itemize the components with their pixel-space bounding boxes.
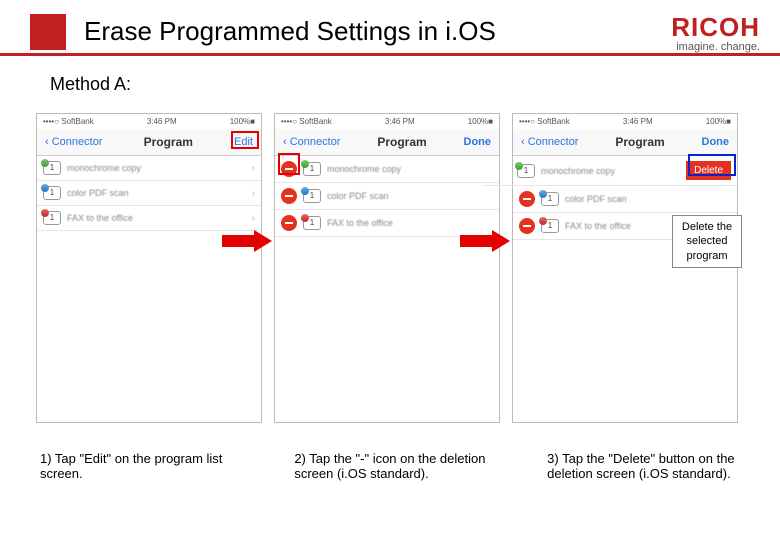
- program-badge: 1: [517, 164, 535, 178]
- ios-status-bar: ••••○ SoftBank 3:46 PM 100%■: [37, 114, 261, 129]
- clock: 3:46 PM: [623, 117, 653, 126]
- battery: 100%■: [468, 117, 493, 126]
- program-badge: 1: [541, 219, 559, 233]
- battery: 100%■: [706, 117, 731, 126]
- program-badge: 1: [43, 161, 61, 175]
- nav-bar: ‹ Connector Program Done: [275, 129, 499, 156]
- program-badge: 1: [303, 216, 321, 230]
- back-button[interactable]: ‹ Connector: [521, 136, 578, 148]
- program-badge: 1: [541, 192, 559, 206]
- nav-title: Program: [615, 135, 664, 149]
- brand-name: RICOH: [671, 12, 760, 43]
- carrier: ••••○ SoftBank: [519, 117, 570, 126]
- program-label: FAX to the office: [67, 213, 246, 223]
- minus-icon[interactable]: [519, 191, 535, 207]
- screenshot-step-3: ••••○ SoftBank 3:46 PM 100%■ ‹ Connector…: [512, 113, 738, 423]
- program-label: color PDF scan: [67, 188, 246, 198]
- program-badge: 1: [43, 211, 61, 225]
- carrier: ••••○ SoftBank: [281, 117, 332, 126]
- screenshot-step-2: ••••○ SoftBank 3:46 PM 100%■ ‹ Connector…: [274, 113, 500, 423]
- minus-icon[interactable]: [281, 215, 297, 231]
- phone-row: ••••○ SoftBank 3:46 PM 100%■ ‹ Connector…: [0, 95, 780, 423]
- nav-bar: ‹ Connector Program Done: [513, 129, 737, 156]
- list-item[interactable]: 1 FAX to the office ›: [37, 206, 261, 231]
- callout-box: Delete the selected program: [672, 215, 742, 268]
- back-button[interactable]: ‹ Connector: [45, 136, 102, 148]
- ios-status-bar: ••••○ SoftBank 3:46 PM 100%■: [513, 114, 737, 129]
- page-title: Erase Programmed Settings in i.OS: [84, 10, 671, 47]
- highlight-edit: [231, 131, 259, 149]
- chevron-right-icon: ›: [252, 163, 255, 174]
- screenshot-step-1: ••••○ SoftBank 3:46 PM 100%■ ‹ Connector…: [36, 113, 262, 423]
- method-label: Method A:: [0, 56, 780, 95]
- ios-status-bar: ••••○ SoftBank 3:46 PM 100%■: [275, 114, 499, 129]
- list-item[interactable]: 1 monochrome copy: [275, 156, 499, 183]
- list-item[interactable]: 1 color PDF scan ›: [37, 181, 261, 206]
- program-badge: 1: [303, 162, 321, 176]
- done-button[interactable]: Done: [702, 136, 730, 148]
- brand-square: [30, 14, 66, 50]
- caption-2: 2) Tap the "-" icon on the deletion scre…: [294, 451, 507, 481]
- nav-bar: ‹ Connector Program Edit: [37, 129, 261, 156]
- arrow-icon: [460, 230, 510, 252]
- chevron-right-icon: ›: [252, 188, 255, 199]
- program-badge: 1: [303, 189, 321, 203]
- caption-1: 1) Tap "Edit" on the program list screen…: [40, 451, 234, 481]
- minus-icon[interactable]: [519, 218, 535, 234]
- list-item[interactable]: 1 color PDF scan: [513, 186, 737, 213]
- list-item[interactable]: 1 color PDF scan: [275, 183, 499, 210]
- battery: 100%■: [230, 117, 255, 126]
- clock: 3:46 PM: [147, 117, 177, 126]
- page-header: Erase Programmed Settings in i.OS RICOH …: [0, 0, 780, 56]
- nav-title: Program: [144, 135, 193, 149]
- minus-icon[interactable]: [281, 188, 297, 204]
- brand-block: RICOH imagine. change.: [671, 10, 760, 53]
- program-label: monochrome copy: [541, 166, 680, 176]
- arrow-icon: [222, 230, 272, 252]
- list-item[interactable]: 1 monochrome copy ›: [37, 156, 261, 181]
- caption-row: 1) Tap "Edit" on the program list screen…: [0, 423, 780, 481]
- clock: 3:46 PM: [385, 117, 415, 126]
- carrier: ••••○ SoftBank: [43, 117, 94, 126]
- back-button[interactable]: ‹ Connector: [283, 136, 340, 148]
- program-label: color PDF scan: [565, 194, 731, 204]
- caption-3: 3) Tap the "Delete" button on the deleti…: [547, 451, 760, 481]
- callout-text: Delete the selected program: [682, 221, 732, 262]
- done-button[interactable]: Done: [464, 136, 492, 148]
- program-label: monochrome copy: [327, 164, 493, 174]
- highlight-minus: [278, 153, 300, 175]
- program-badge: 1: [43, 186, 61, 200]
- nav-title: Program: [377, 135, 426, 149]
- program-label: color PDF scan: [327, 191, 493, 201]
- highlight-delete: [688, 154, 736, 176]
- program-label: monochrome copy: [67, 163, 246, 173]
- chevron-right-icon: ›: [252, 213, 255, 224]
- program-label: FAX to the office: [327, 218, 493, 228]
- brand-tagline: imagine. change.: [671, 41, 760, 53]
